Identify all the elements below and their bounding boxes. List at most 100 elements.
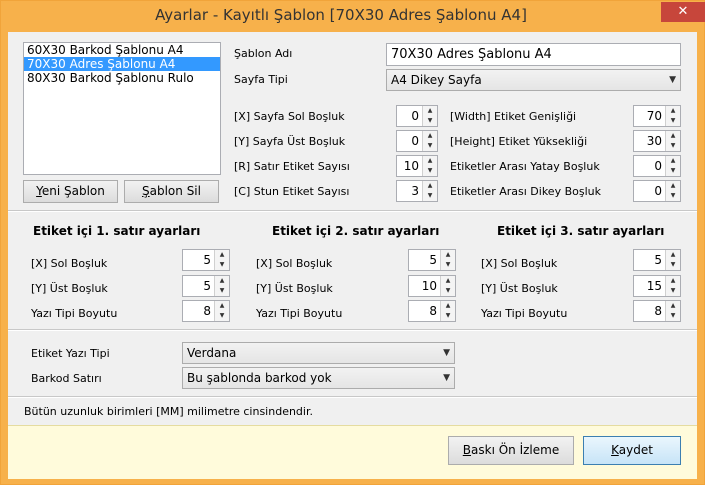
font-label: Etiket Yazı Tipi	[31, 347, 110, 360]
spin-down-icon: ▼	[445, 312, 451, 319]
spin-up-icon: ▲	[670, 251, 676, 258]
row-label-count-label: [R] Satır Etiket Sayısı	[234, 160, 350, 173]
spin-down-icon: ▼	[427, 167, 433, 174]
spin-up-icon: ▲	[670, 107, 676, 114]
divider	[8, 210, 697, 212]
line1-top-margin-label: [Y] Üst Boşluk	[31, 282, 108, 295]
label-width-label: [Width] Etiket Genişliği	[450, 110, 577, 123]
line3-font-size-stepper[interactable]: 8 ▲ ▼	[633, 300, 681, 322]
new-template-button[interactable]: Yeni Şablon	[23, 180, 118, 203]
spin-down-icon: ▼	[219, 312, 225, 319]
spin-up-icon: ▲	[670, 182, 676, 189]
spin-up-icon: ▲	[219, 302, 225, 309]
page-type-select[interactable]: A4 Dikey Sayfa ▼	[386, 69, 681, 91]
spin-up-icon: ▲	[219, 251, 225, 258]
line2-top-margin-label: [Y] Üst Boşluk	[256, 282, 333, 295]
line3-header: Etiket içi 3. satır ayarları	[497, 224, 665, 238]
units-note: Bütün uzunluk birimleri [MM] milimetre c…	[24, 405, 313, 418]
spin-down-icon: ▼	[670, 192, 676, 199]
line1-left-margin-label: [X] Sol Boşluk	[31, 257, 108, 270]
spin-up-icon: ▲	[445, 277, 451, 284]
template-name-label: Şablon Adı	[234, 47, 293, 60]
line3-left-margin-stepper[interactable]: 5 ▲ ▼	[633, 249, 681, 271]
spin-down-icon: ▼	[670, 287, 676, 294]
spin-down-icon: ▼	[670, 167, 676, 174]
spin-up-icon: ▲	[670, 157, 676, 164]
line3-font-size-label: Yazı Tipi Boyutu	[481, 307, 568, 320]
chevron-down-icon: ▼	[669, 75, 676, 85]
line2-font-size-label: Yazı Tipi Boyutu	[256, 307, 343, 320]
line3-top-margin-label: [Y] Üst Boşluk	[481, 282, 558, 295]
line1-header: Etiket içi 1. satır ayarları	[33, 224, 201, 238]
spin-down-icon: ▼	[427, 117, 433, 124]
spin-up-icon: ▲	[427, 157, 433, 164]
save-button[interactable]: Kaydet	[583, 436, 681, 465]
page-left-margin-stepper[interactable]: 0 ▲ ▼	[396, 105, 438, 127]
line1-font-size-stepper[interactable]: 8 ▲ ▼	[182, 300, 230, 322]
line1-font-size-label: Yazı Tipi Boyutu	[31, 307, 118, 320]
line2-header: Etiket içi 2. satır ayarları	[272, 224, 440, 238]
line2-font-size-stepper[interactable]: 8 ▲ ▼	[408, 300, 456, 322]
chevron-down-icon: ▼	[443, 373, 450, 383]
line2-left-margin-stepper[interactable]: 5 ▲ ▼	[408, 249, 456, 271]
line3-left-margin-label: [X] Sol Boşluk	[481, 257, 558, 270]
barcode-label: Barkod Satırı	[31, 372, 102, 385]
column-label-count-stepper[interactable]: 3 ▲ ▼	[396, 180, 438, 202]
spin-down-icon: ▼	[445, 287, 451, 294]
label-width-stepper[interactable]: 70 ▲ ▼	[633, 105, 681, 127]
spin-up-icon: ▲	[445, 302, 451, 309]
spin-up-icon: ▲	[445, 251, 451, 258]
spin-up-icon: ▲	[427, 107, 433, 114]
delete-template-button[interactable]: Şablon Sil	[124, 180, 219, 203]
list-item-selected[interactable]: 70X30 Adres Şablonu A4	[24, 57, 220, 71]
spin-down-icon: ▼	[427, 142, 433, 149]
column-label-count-label: [C] Stun Etiket Sayısı	[234, 185, 350, 198]
spin-down-icon: ▼	[219, 261, 225, 268]
horizontal-gap-stepper[interactable]: 0 ▲ ▼	[633, 155, 681, 177]
divider	[8, 329, 697, 331]
spin-down-icon: ▼	[670, 312, 676, 319]
spin-down-icon: ▼	[670, 117, 676, 124]
page-left-margin-label: [X] Sayfa Sol Boşluk	[234, 110, 345, 123]
spin-up-icon: ▲	[427, 182, 433, 189]
chevron-down-icon: ▼	[443, 348, 450, 358]
divider	[8, 396, 697, 398]
horizontal-gap-label: Etiketler Arası Yatay Boşluk	[450, 160, 600, 173]
spin-down-icon: ▼	[427, 192, 433, 199]
spin-up-icon: ▲	[670, 132, 676, 139]
template-list[interactable]: 60X30 Barkod Şablonu A4 70X30 Adres Şabl…	[23, 42, 221, 175]
dialog-client: 60X30 Barkod Şablonu A4 70X30 Adres Şabl…	[8, 32, 697, 479]
label-height-label: [Height] Etiket Yüksekliği	[450, 135, 588, 148]
list-item[interactable]: 60X30 Barkod Şablonu A4	[24, 43, 220, 57]
line1-left-margin-stepper[interactable]: 5 ▲ ▼	[182, 249, 230, 271]
font-select[interactable]: Verdana ▼	[182, 342, 455, 364]
spin-up-icon: ▲	[670, 302, 676, 309]
barcode-select[interactable]: Bu şablonda barkod yok ▼	[182, 367, 455, 389]
line3-top-margin-stepper[interactable]: 15 ▲ ▼	[633, 275, 681, 297]
vertical-gap-stepper[interactable]: 0 ▲ ▼	[633, 180, 681, 202]
page-top-margin-label: [Y] Sayfa Üst Boşluk	[234, 135, 346, 148]
page-type-label: Sayfa Tipi	[234, 73, 288, 86]
spin-down-icon: ▼	[445, 261, 451, 268]
spin-up-icon: ▲	[670, 277, 676, 284]
line2-top-margin-stepper[interactable]: 10 ▲ ▼	[408, 275, 456, 297]
page-top-margin-stepper[interactable]: 0 ▲ ▼	[396, 130, 438, 152]
spin-up-icon: ▲	[219, 277, 225, 284]
spin-down-icon: ▼	[670, 142, 676, 149]
spin-down-icon: ▼	[219, 287, 225, 294]
line2-left-margin-label: [X] Sol Boşluk	[256, 257, 333, 270]
spin-up-icon: ▲	[427, 132, 433, 139]
label-height-stepper[interactable]: 30 ▲ ▼	[633, 130, 681, 152]
dialog-window: Ayarlar - Kayıtlı Şablon [70X30 Adres Şa…	[0, 0, 705, 485]
line1-top-margin-stepper[interactable]: 5 ▲ ▼	[182, 275, 230, 297]
close-button[interactable]: ✕	[661, 2, 705, 22]
list-item[interactable]: 80X30 Barkod Şablonu Rulo	[24, 71, 220, 85]
window-title: Ayarlar - Kayıtlı Şablon [70X30 Adres Şa…	[155, 6, 527, 24]
title-bar[interactable]: Ayarlar - Kayıtlı Şablon [70X30 Adres Şa…	[1, 1, 705, 32]
vertical-gap-label: Etiketler Arası Dikey Boşluk	[450, 185, 601, 198]
footer-bar: Baskı Ön İzleme Kaydet	[8, 425, 697, 479]
template-name-input[interactable]: 70X30 Adres Şablonu A4	[386, 43, 681, 66]
spin-down-icon: ▼	[670, 261, 676, 268]
print-preview-button[interactable]: Baskı Ön İzleme	[448, 436, 574, 465]
row-label-count-stepper[interactable]: 10 ▲ ▼	[396, 155, 438, 177]
